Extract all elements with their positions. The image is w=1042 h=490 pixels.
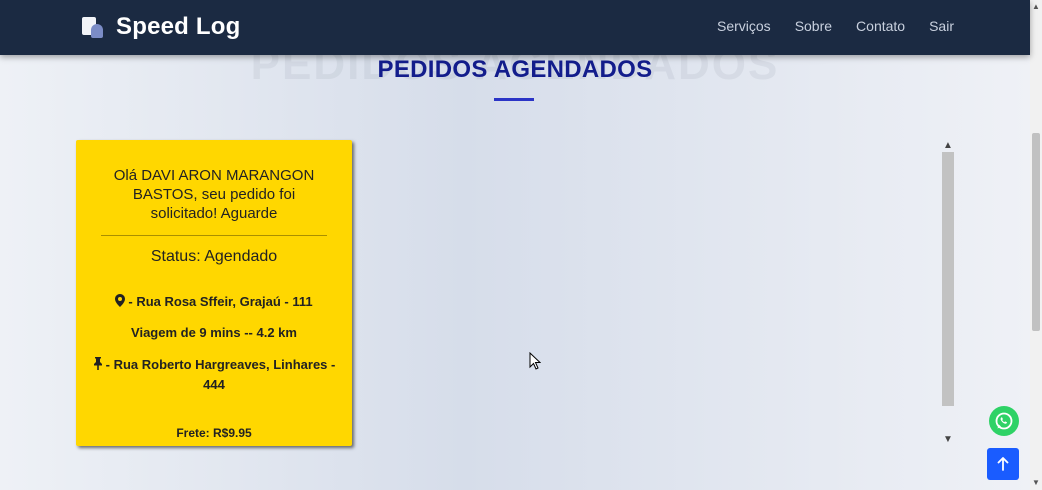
card-divider [101, 235, 327, 236]
scroll-down-icon[interactable]: ▼ [943, 434, 953, 445]
page-scroll-up-icon[interactable]: ▲ [1032, 2, 1040, 11]
mouse-cursor-icon [529, 351, 542, 375]
page-title: PEDIDOS AGENDADOS [377, 56, 653, 83]
order-origin: - Rua Rosa Sffeir, Grajaú - 111 [86, 292, 342, 312]
brand-logo[interactable]: Speed Log [82, 13, 240, 41]
map-marker-icon [115, 293, 126, 312]
whatsapp-icon[interactable] [989, 406, 1019, 436]
page-scroll-down-icon[interactable]: ▼ [1032, 478, 1040, 487]
order-status: Status: Agendado [150, 248, 278, 265]
back-to-top-button[interactable] [987, 448, 1019, 480]
page-scrollbar[interactable]: ▲ ▼ [1030, 0, 1042, 490]
arrow-up-icon [997, 457, 1009, 471]
order-trip-info: Viagem de 9 mins -- 4.2 km [131, 325, 297, 340]
nav-link-contato[interactable]: Contato [856, 18, 905, 34]
delivery-person-icon [82, 15, 104, 39]
title-underline [494, 98, 534, 101]
scroll-up-icon[interactable]: ▲ [943, 140, 953, 151]
origin-address: - Rua Rosa Sffeir, Grajaú - 111 [128, 294, 313, 309]
order-destination: - Rua Roberto Hargreaves, Linhares - 444 [86, 355, 342, 394]
navbar: Speed Log Serviços Sobre Contato Sair [0, 0, 1030, 55]
order-freight: Frete: R$9.95 [176, 426, 252, 440]
scrollbar-thumb[interactable] [942, 152, 954, 406]
pushpin-icon [93, 356, 103, 375]
destination-address: - Rua Roberto Hargreaves, Linhares - 444 [105, 357, 336, 393]
order-card: Olá DAVI ARON MARANGON BASTOS, seu pedid… [76, 140, 352, 446]
nav-link-sair[interactable]: Sair [929, 18, 954, 34]
order-greeting: Olá DAVI ARON MARANGON BASTOS, seu pedid… [113, 167, 315, 222]
brand-name: Speed Log [116, 13, 241, 40]
nav-menu: Serviços Sobre Contato Sair [693, 18, 954, 34]
nav-link-servicos[interactable]: Serviços [717, 18, 771, 34]
orders-scrollbar[interactable]: ▲ ▼ [941, 140, 955, 448]
nav-link-sobre[interactable]: Sobre [795, 18, 832, 34]
page-scrollbar-thumb[interactable] [1032, 133, 1040, 331]
